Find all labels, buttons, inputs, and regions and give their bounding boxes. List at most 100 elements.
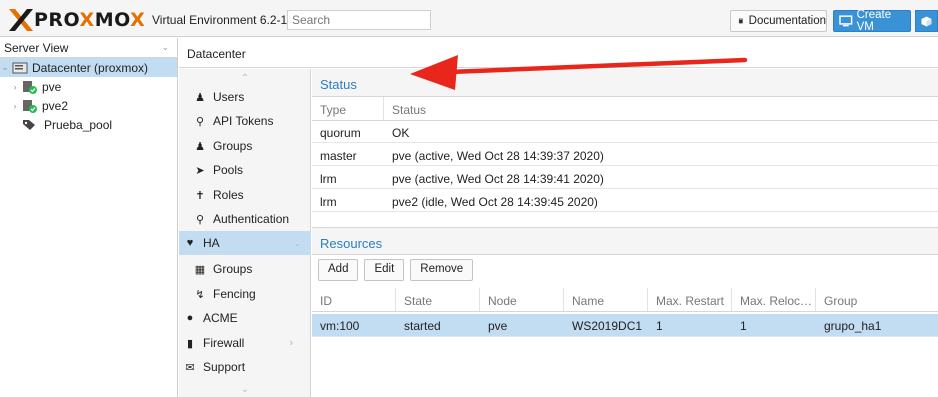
column-header-node[interactable]: Node	[480, 288, 564, 311]
node-online-icon	[23, 99, 37, 113]
logo-text-x2: X	[130, 9, 146, 31]
documentation-button[interactable]: Documentation	[730, 10, 827, 32]
users-icon: ♟	[195, 140, 205, 153]
cell-status: pve (active, Wed Oct 28 14:39:41 2020)	[392, 172, 604, 186]
tags-icon	[23, 119, 35, 130]
menu-item-pools[interactable]: ➤ Pools	[179, 158, 311, 182]
monitor-icon	[839, 15, 853, 27]
proxmox-x-icon	[9, 9, 33, 31]
view-selector[interactable]: Server View ⌄	[0, 38, 177, 58]
resources-grid-header: ID State Node Name Max. Restart Max. Rel…	[312, 288, 938, 312]
column-header-state[interactable]: State	[396, 288, 480, 311]
table-row[interactable]: lrm pve2 (idle, Wed Oct 28 14:39:45 2020…	[312, 191, 938, 212]
heartbeat-icon: ♥	[186, 237, 194, 249]
cell-name: WS2019DC1	[572, 319, 643, 333]
logo-text-pro: PRO	[34, 9, 80, 31]
key-icon: ⚲	[195, 115, 205, 128]
tree-item-label: pve	[42, 79, 62, 94]
edit-button[interactable]: Edit	[364, 259, 405, 281]
create-ct-button[interactable]	[915, 10, 938, 32]
menu-item-label: Roles	[213, 188, 244, 202]
menu-item-roles[interactable]: ✝ Roles	[179, 183, 311, 207]
menu-item-users[interactable]: ♟ Users	[179, 85, 311, 109]
column-header-status[interactable]: Status	[384, 97, 938, 120]
menu-item-ha[interactable]: ♥ HA ⌄	[179, 231, 311, 255]
cell-type: master	[320, 149, 357, 163]
cell-status: pve (active, Wed Oct 28 14:39:37 2020)	[392, 149, 604, 163]
status-grid-header: Type Status	[312, 97, 938, 121]
key-icon: ⚲	[195, 213, 205, 226]
object-group-icon: ▦	[194, 263, 206, 276]
column-header-id[interactable]: ID	[312, 288, 396, 311]
column-header-max-relocate[interactable]: Max. Reloc…	[732, 288, 816, 311]
menu-item-label: Firewall	[203, 336, 245, 350]
column-header-type[interactable]: Type	[312, 97, 384, 120]
comments-icon: ✉	[185, 361, 195, 374]
menu-item-groups[interactable]: ♟ Groups	[179, 134, 311, 158]
view-selector-label: Server View	[4, 40, 69, 55]
expand-icon[interactable]: ›	[10, 82, 20, 92]
resources-panel-title: Resources	[312, 227, 938, 255]
column-header-name[interactable]: Name	[564, 288, 648, 311]
cell-max-relocate: 1	[740, 319, 747, 333]
menu-item-label: Groups	[213, 139, 253, 153]
bolt-icon: ↯	[195, 288, 205, 301]
cell-node: pve	[488, 319, 508, 333]
chevron-down-icon: ⌄	[161, 42, 169, 52]
menu-item-ha-groups[interactable]: ▦ Groups	[179, 257, 311, 281]
resource-tree: Server View ⌄ ⌄ Datacenter (proxmox) › p…	[0, 38, 178, 397]
logo-text-x1: X	[79, 9, 95, 31]
table-row[interactable]: lrm pve (active, Wed Oct 28 14:39:41 202…	[312, 168, 938, 189]
certificate-icon: ●	[186, 312, 194, 324]
logo-text-mo: MO	[94, 9, 131, 31]
menu-scroll-up-icon[interactable]: ⌃	[179, 73, 311, 84]
user-icon: ♟	[195, 91, 205, 104]
table-row[interactable]: quorum OK	[312, 122, 938, 143]
menu-item-fencing[interactable]: ↯ Fencing	[179, 282, 311, 306]
menu-item-acme[interactable]: ● ACME	[179, 306, 311, 330]
proxmox-logo: PROXMOX	[8, 9, 145, 31]
menu-item-label: Groups	[213, 262, 253, 276]
status-panel-title: Status	[312, 69, 938, 97]
menu-item-authentication[interactable]: ⚲ Authentication	[179, 207, 311, 231]
chevron-right-icon[interactable]: ›	[289, 337, 293, 349]
menu-item-label: ACME	[203, 311, 238, 325]
collapse-icon[interactable]: ⌄	[0, 62, 10, 73]
menu-item-label: HA	[203, 236, 220, 250]
search-input[interactable]	[287, 10, 431, 30]
menu-item-label: API Tokens	[213, 114, 274, 128]
chevron-down-icon[interactable]: ⌄	[293, 238, 301, 249]
tree-item-pool[interactable]: Prueba_pool	[0, 115, 177, 134]
remove-button[interactable]: Remove	[410, 259, 474, 281]
content-panel: Status Type Status quorum OK master pve …	[312, 69, 938, 397]
tree-item-label: Datacenter (proxmox)	[32, 60, 149, 75]
tree-item-datacenter[interactable]: ⌄ Datacenter (proxmox)	[0, 58, 177, 77]
node-online-icon	[23, 80, 37, 94]
create-vm-label: Create VM	[856, 9, 892, 33]
resources-toolbar: Add Edit Remove	[312, 253, 938, 287]
cell-state: started	[404, 319, 441, 333]
create-vm-button[interactable]: Create VM	[833, 9, 911, 33]
breadcrumb: Datacenter	[179, 38, 938, 68]
expand-icon[interactable]: ›	[10, 101, 20, 111]
table-row[interactable]: master pve (active, Wed Oct 28 14:39:37 …	[312, 145, 938, 166]
shield-icon: ▮	[186, 337, 194, 350]
tree-item-pve2[interactable]: › pve2	[0, 96, 177, 115]
tree-item-label: pve2	[42, 98, 69, 113]
tree-item-pve[interactable]: › pve	[0, 77, 177, 96]
column-header-group[interactable]: Group	[816, 288, 938, 311]
add-button[interactable]: Add	[318, 259, 359, 281]
menu-item-support[interactable]: ✉ Support	[179, 355, 311, 379]
product-version: Virtual Environment 6.2-11	[152, 13, 293, 27]
menu-item-label: Pools	[213, 163, 244, 177]
menu-item-api-tokens[interactable]: ⚲ API Tokens	[179, 109, 311, 133]
tree-item-label: Prueba_pool	[44, 117, 113, 132]
menu-scroll-down-icon[interactable]: ⌄	[179, 384, 311, 395]
menu-item-label: Authentication	[213, 212, 290, 226]
book-icon	[738, 18, 743, 24]
menu-item-firewall[interactable]: ▮ Firewall ›	[179, 331, 311, 355]
cell-type: lrm	[320, 172, 337, 186]
table-row[interactable]: vm:100 started pve WS2019DC1 1 1 grupo_h…	[312, 314, 938, 337]
cell-group: grupo_ha1	[824, 319, 882, 333]
column-header-max-restart[interactable]: Max. Restart	[648, 288, 732, 311]
